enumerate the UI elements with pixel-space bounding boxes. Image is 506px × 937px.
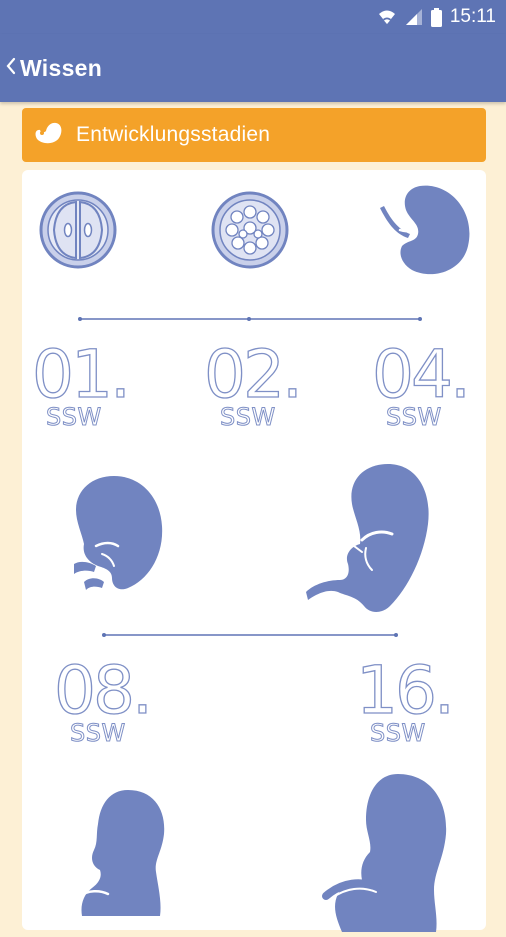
timeline-dot (102, 633, 106, 637)
timeline-dot (247, 317, 251, 321)
stage-16-number: 16. (355, 652, 455, 729)
stage-04-item[interactable] (372, 180, 472, 280)
stage-02-item[interactable] (210, 190, 290, 270)
stage-next-right-item[interactable] (322, 772, 450, 932)
section-title: Entwicklungsstadien (76, 123, 271, 146)
timeline-dot (78, 317, 82, 321)
fetus-16-week-icon (304, 464, 434, 619)
back-button[interactable] (0, 34, 20, 102)
status-bar: 15:11 (0, 0, 506, 34)
page-title: Wissen (20, 54, 103, 81)
embryo-8-week-icon (68, 476, 168, 609)
stage-01-unit: SSW (46, 403, 102, 432)
stage-02-unit: SSW (220, 403, 276, 432)
stage-01-item[interactable] (38, 190, 118, 270)
stage-next-left-item[interactable] (72, 786, 172, 916)
stage-02-number: 02. (203, 336, 303, 413)
embryo-icon (32, 120, 64, 151)
two-cell-icon (38, 191, 118, 274)
timeline-dot (418, 317, 422, 321)
embryo-4-week-icon (372, 185, 472, 284)
battery-icon (430, 7, 442, 27)
wifi-icon (377, 8, 397, 26)
app-bar: Wissen (0, 34, 506, 102)
chevron-left-icon (6, 57, 16, 80)
fetus-icon (72, 790, 172, 920)
timeline-line (104, 634, 396, 636)
stages-card: 01. SSW 02. SSW 04. SSW 08. SSW 16. SSW (22, 170, 486, 932)
stage-16-unit: SSW (370, 719, 426, 748)
signal-icon (405, 8, 423, 26)
stage-04-number: 04. (371, 336, 471, 413)
stage-08-item[interactable] (68, 470, 168, 605)
status-time: 15:11 (449, 6, 496, 27)
section-header[interactable]: Entwicklungsstadien (22, 108, 486, 162)
stage-16-item[interactable] (304, 460, 434, 615)
stage-08-number: 08. (53, 652, 153, 729)
stage-08-unit: SSW (70, 719, 126, 748)
stage-01-number: 01. (31, 336, 131, 413)
morula-icon (210, 191, 290, 274)
timeline-dot (394, 633, 398, 637)
stage-04-unit: SSW (386, 403, 442, 432)
fetus-icon (322, 774, 450, 936)
